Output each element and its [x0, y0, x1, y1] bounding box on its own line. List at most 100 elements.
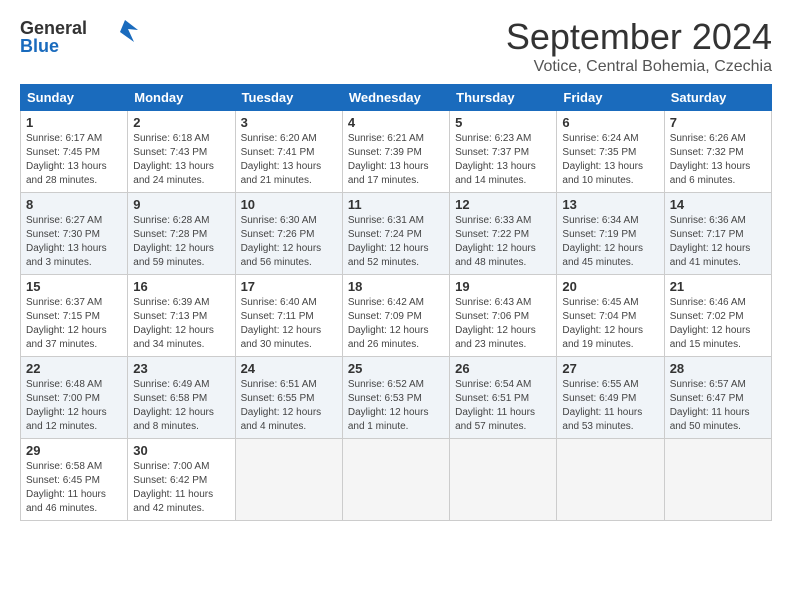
day-number: 13: [562, 197, 658, 212]
col-header-wednesday: Wednesday: [342, 85, 449, 111]
svg-text:General: General: [20, 18, 87, 38]
day-number: 25: [348, 361, 444, 376]
cell-info: Sunrise: 6:23 AM Sunset: 7:37 PM Dayligh…: [455, 132, 551, 188]
day-number: 23: [133, 361, 229, 376]
table-row: 14 Sunrise: 6:36 AM Sunset: 7:17 PM Dayli…: [664, 193, 771, 275]
day-number: 12: [455, 197, 551, 212]
day-number: 11: [348, 197, 444, 212]
day-number: 27: [562, 361, 658, 376]
table-row: 9 Sunrise: 6:28 AM Sunset: 7:28 PM Daylig…: [128, 193, 235, 275]
table-row: 15 Sunrise: 6:37 AM Sunset: 7:15 PM Dayli…: [21, 275, 128, 357]
day-number: 16: [133, 279, 229, 294]
table-row: 27 Sunrise: 6:55 AM Sunset: 6:49 PM Dayli…: [557, 357, 664, 439]
cell-info: Sunrise: 7:00 AM Sunset: 6:42 PM Dayligh…: [133, 460, 229, 516]
cell-info: Sunrise: 6:46 AM Sunset: 7:02 PM Dayligh…: [670, 296, 766, 352]
table-row: [664, 439, 771, 521]
cell-info: Sunrise: 6:30 AM Sunset: 7:26 PM Dayligh…: [241, 214, 337, 270]
table-row: 25 Sunrise: 6:52 AM Sunset: 6:53 PM Dayli…: [342, 357, 449, 439]
cell-info: Sunrise: 6:45 AM Sunset: 7:04 PM Dayligh…: [562, 296, 658, 352]
table-row: 29 Sunrise: 6:58 AM Sunset: 6:45 PM Dayli…: [21, 439, 128, 521]
cell-info: Sunrise: 6:40 AM Sunset: 7:11 PM Dayligh…: [241, 296, 337, 352]
day-number: 2: [133, 115, 229, 130]
day-number: 3: [241, 115, 337, 130]
table-row: 17 Sunrise: 6:40 AM Sunset: 7:11 PM Dayli…: [235, 275, 342, 357]
logo-icon: GeneralBlue: [20, 16, 140, 58]
table-row: 26 Sunrise: 6:54 AM Sunset: 6:51 PM Dayli…: [450, 357, 557, 439]
day-number: 4: [348, 115, 444, 130]
cell-info: Sunrise: 6:42 AM Sunset: 7:09 PM Dayligh…: [348, 296, 444, 352]
table-row: [235, 439, 342, 521]
table-row: [557, 439, 664, 521]
cell-info: Sunrise: 6:49 AM Sunset: 6:58 PM Dayligh…: [133, 378, 229, 434]
cell-info: Sunrise: 6:24 AM Sunset: 7:35 PM Dayligh…: [562, 132, 658, 188]
cell-info: Sunrise: 6:55 AM Sunset: 6:49 PM Dayligh…: [562, 378, 658, 434]
cell-info: Sunrise: 6:57 AM Sunset: 6:47 PM Dayligh…: [670, 378, 766, 434]
table-row: 10 Sunrise: 6:30 AM Sunset: 7:26 PM Dayli…: [235, 193, 342, 275]
table-row: 11Sunrise: 6:31 AM Sunset: 7:24 PM Dayli…: [342, 193, 449, 275]
cell-info: Sunrise: 6:28 AM Sunset: 7:28 PM Dayligh…: [133, 214, 229, 270]
day-number: 24: [241, 361, 337, 376]
day-number: 29: [26, 443, 122, 458]
cell-info: Sunrise: 6:21 AM Sunset: 7:39 PM Dayligh…: [348, 132, 444, 188]
col-header-tuesday: Tuesday: [235, 85, 342, 111]
day-number: 14: [670, 197, 766, 212]
cell-info: Sunrise: 6:26 AM Sunset: 7:32 PM Dayligh…: [670, 132, 766, 188]
col-header-sunday: Sunday: [21, 85, 128, 111]
table-row: 3 Sunrise: 6:20 AM Sunset: 7:41 PM Daylig…: [235, 111, 342, 193]
col-header-friday: Friday: [557, 85, 664, 111]
cell-info: Sunrise: 6:58 AM Sunset: 6:45 PM Dayligh…: [26, 460, 122, 516]
table-row: 5 Sunrise: 6:23 AM Sunset: 7:37 PM Daylig…: [450, 111, 557, 193]
day-number: 10: [241, 197, 337, 212]
table-row: 1 Sunrise: 6:17 AM Sunset: 7:45 PM Daylig…: [21, 111, 128, 193]
col-header-monday: Monday: [128, 85, 235, 111]
table-row: 19Sunrise: 6:43 AM Sunset: 7:06 PM Dayli…: [450, 275, 557, 357]
day-number: 15: [26, 279, 122, 294]
table-row: 8Sunrise: 6:27 AM Sunset: 7:30 PM Daylig…: [21, 193, 128, 275]
table-row: 6Sunrise: 6:24 AM Sunset: 7:35 PM Daylig…: [557, 111, 664, 193]
day-number: 20: [562, 279, 658, 294]
col-header-thursday: Thursday: [450, 85, 557, 111]
cell-info: Sunrise: 6:52 AM Sunset: 6:53 PM Dayligh…: [348, 378, 444, 434]
page-title: September 2024: [506, 16, 772, 58]
table-row: 22 Sunrise: 6:48 AM Sunset: 7:00 PM Dayli…: [21, 357, 128, 439]
table-row: [450, 439, 557, 521]
table-row: 20 Sunrise: 6:45 AM Sunset: 7:04 PM Dayli…: [557, 275, 664, 357]
cell-info: Sunrise: 6:54 AM Sunset: 6:51 PM Dayligh…: [455, 378, 551, 434]
cell-info: Sunrise: 6:33 AM Sunset: 7:22 PM Dayligh…: [455, 214, 551, 270]
day-number: 7: [670, 115, 766, 130]
table-row: 30Sunrise: 7:00 AM Sunset: 6:42 PM Dayli…: [128, 439, 235, 521]
svg-text:Blue: Blue: [20, 36, 59, 56]
table-row: 7 Sunrise: 6:26 AM Sunset: 7:32 PM Daylig…: [664, 111, 771, 193]
day-number: 5: [455, 115, 551, 130]
logo: GeneralBlue: [20, 16, 140, 58]
cell-info: Sunrise: 6:18 AM Sunset: 7:43 PM Dayligh…: [133, 132, 229, 188]
day-number: 9: [133, 197, 229, 212]
table-row: 2 Sunrise: 6:18 AM Sunset: 7:43 PM Daylig…: [128, 111, 235, 193]
cell-info: Sunrise: 6:36 AM Sunset: 7:17 PM Dayligh…: [670, 214, 766, 270]
cell-info: Sunrise: 6:48 AM Sunset: 7:00 PM Dayligh…: [26, 378, 122, 434]
table-row: 4 Sunrise: 6:21 AM Sunset: 7:39 PM Daylig…: [342, 111, 449, 193]
table-row: [342, 439, 449, 521]
day-number: 21: [670, 279, 766, 294]
table-row: 13 Sunrise: 6:34 AM Sunset: 7:19 PM Dayli…: [557, 193, 664, 275]
table-row: 23 Sunrise: 6:49 AM Sunset: 6:58 PM Dayli…: [128, 357, 235, 439]
page-subtitle: Votice, Central Bohemia, Czechia: [506, 58, 772, 76]
cell-info: Sunrise: 6:51 AM Sunset: 6:55 PM Dayligh…: [241, 378, 337, 434]
cell-info: Sunrise: 6:34 AM Sunset: 7:19 PM Dayligh…: [562, 214, 658, 270]
cell-info: Sunrise: 6:37 AM Sunset: 7:15 PM Dayligh…: [26, 296, 122, 352]
day-number: 26: [455, 361, 551, 376]
day-number: 28: [670, 361, 766, 376]
day-number: 18: [348, 279, 444, 294]
day-number: 17: [241, 279, 337, 294]
cell-info: Sunrise: 6:43 AM Sunset: 7:06 PM Dayligh…: [455, 296, 551, 352]
calendar-table: SundayMondayTuesdayWednesdayThursdayFrid…: [20, 84, 772, 521]
day-number: 8: [26, 197, 122, 212]
table-row: 18 Sunrise: 6:42 AM Sunset: 7:09 PM Dayli…: [342, 275, 449, 357]
day-number: 22: [26, 361, 122, 376]
table-row: 12 Sunrise: 6:33 AM Sunset: 7:22 PM Dayli…: [450, 193, 557, 275]
day-number: 1: [26, 115, 122, 130]
table-row: 21 Sunrise: 6:46 AM Sunset: 7:02 PM Dayli…: [664, 275, 771, 357]
cell-info: Sunrise: 6:17 AM Sunset: 7:45 PM Dayligh…: [26, 132, 122, 188]
cell-info: Sunrise: 6:20 AM Sunset: 7:41 PM Dayligh…: [241, 132, 337, 188]
table-row: 28 Sunrise: 6:57 AM Sunset: 6:47 PM Dayli…: [664, 357, 771, 439]
